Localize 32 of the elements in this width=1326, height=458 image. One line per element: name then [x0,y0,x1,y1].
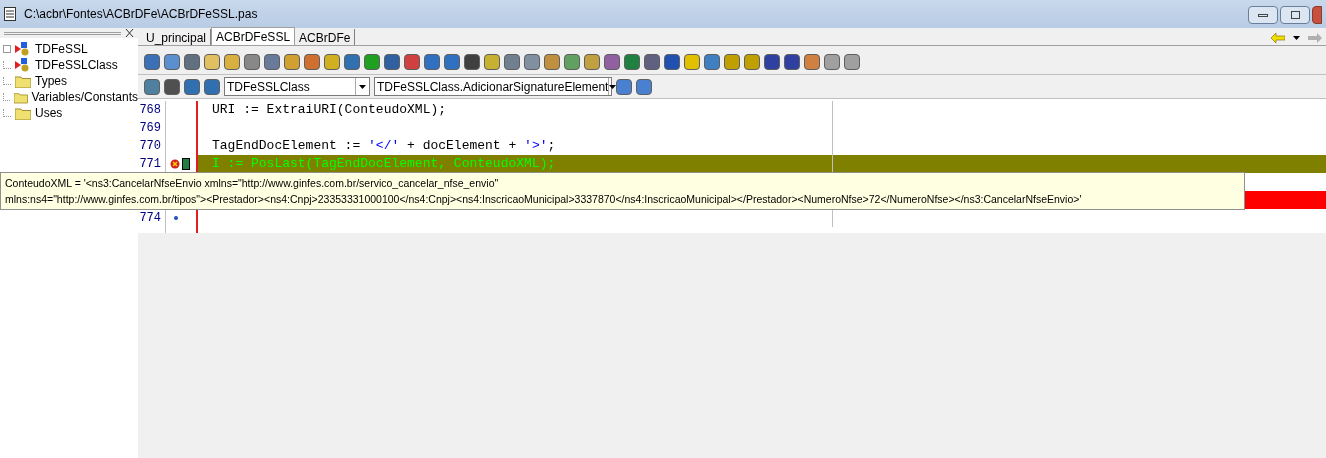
back-arrow-icon[interactable] [1271,33,1285,43]
class-combo[interactable]: TDFeSSLClass [224,77,370,96]
code-line: TagEndDocElement := '</' + docElement + '>'; [211,137,556,156]
tree-item[interactable]: TDFeSSLClass [35,57,118,73]
folder-icon [15,106,31,120]
class-icon [15,42,31,56]
code-line: URI := ExtraiURI(ConteudoXML); [211,101,447,120]
window-title: C:\acbr\Fontes\ACBrDFe\ACBrDFeSSL.pas [24,6,258,23]
tree-item[interactable]: TDFeSSL [35,41,88,57]
tree-item[interactable]: Types [35,73,67,89]
tree-item[interactable]: Uses [35,105,63,121]
editor-tab[interactable]: ACBrDFeSSL [211,27,296,45]
expand-box[interactable] [3,45,11,53]
breakpoint-icon[interactable] [170,159,180,169]
close-icon[interactable] [125,29,134,37]
line-number: 774 [139,210,161,227]
close-button[interactable] [1312,6,1322,24]
caret-icon[interactable] [1293,36,1300,40]
dropdown-icon [609,84,617,89]
class-icon [15,58,31,72]
folder-icon [13,90,28,104]
document-icon [4,7,16,21]
code-line: I := PosLast(TagEndDocElement, ConteudoXML); [211,155,556,174]
line-number: 769 [139,120,161,137]
tree-item[interactable]: Variables/Constants [31,89,138,105]
line-number: 768 [139,102,161,119]
folder-icon [15,74,31,88]
line-number: 770 [139,138,161,155]
line-number: 771 [139,156,161,173]
restore-button[interactable] [1280,6,1310,24]
minimize-button[interactable] [1248,6,1278,24]
dropdown-icon [359,84,366,89]
